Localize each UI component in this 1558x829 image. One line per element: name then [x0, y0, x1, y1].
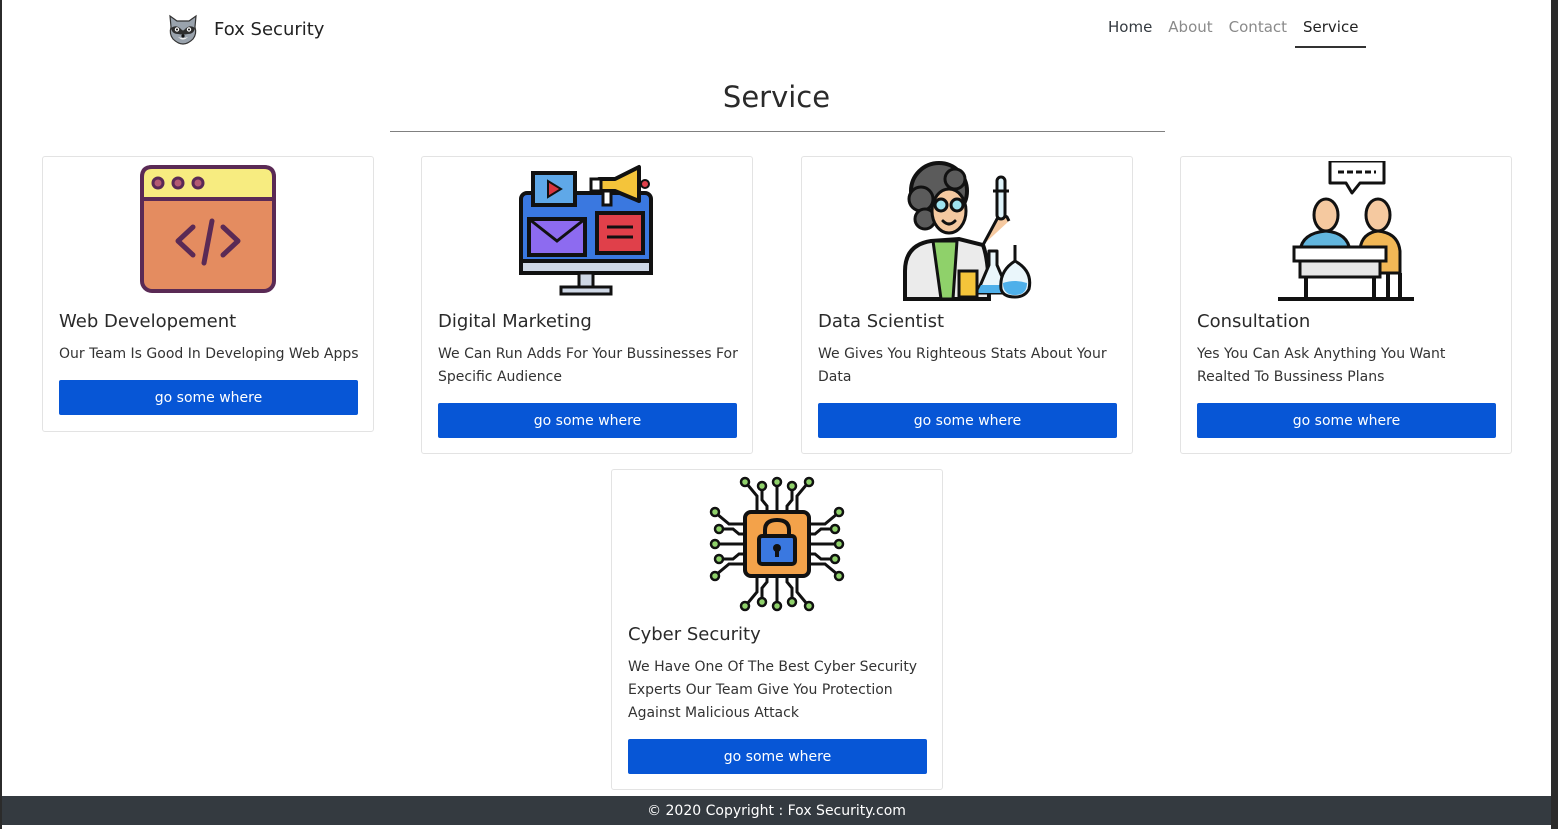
- window-frame-left: [0, 0, 2, 829]
- brand-name: Fox Security: [214, 18, 325, 40]
- nav-about[interactable]: About: [1160, 10, 1220, 48]
- card-text: We Have One Of The Best Cyber Security E…: [628, 659, 918, 721]
- go-some-where-button[interactable]: go some where: [438, 403, 737, 438]
- nav-contact[interactable]: Contact: [1221, 10, 1295, 48]
- consultation-icon: [1278, 161, 1414, 301]
- go-some-where-button[interactable]: go some where: [818, 403, 1117, 438]
- nav-home[interactable]: Home: [1100, 10, 1160, 48]
- brand[interactable]: Fox Security: [166, 12, 324, 46]
- window-frame-right: [1551, 0, 1558, 829]
- service-card-data-scientist: Data Scientist We Gives You Righteous St…: [801, 156, 1133, 454]
- card-text: Yes You Can Ask Anything You Want Realte…: [1197, 346, 1446, 385]
- circuit-lock-icon: [709, 476, 845, 612]
- raccoon-icon: [169, 14, 197, 45]
- scientist-icon: [903, 161, 1032, 301]
- service-card-web-development: Web Developement Our Team Is Good In Dev…: [42, 156, 374, 432]
- footer-copyright: © 2020 Copyright : Fox Security.com: [647, 802, 906, 819]
- go-some-where-button[interactable]: go some where: [1197, 403, 1496, 438]
- footer: © 2020 Copyright : Fox Security.com: [2, 796, 1551, 825]
- go-some-where-button[interactable]: go some where: [59, 380, 358, 415]
- go-some-where-button[interactable]: go some where: [628, 739, 927, 774]
- marketing-monitor-icon: [519, 165, 653, 296]
- service-card-cyber-security: Cyber Security We Have One Of The Best C…: [611, 469, 943, 790]
- code-window-icon: [140, 165, 276, 293]
- card-title: Cyber Security: [628, 624, 761, 645]
- card-title: Consultation: [1197, 311, 1311, 332]
- service-card-consultation: Consultation Yes You Can Ask Anything Yo…: [1180, 156, 1512, 454]
- title-divider: [390, 131, 1165, 132]
- card-title: Digital Marketing: [438, 311, 592, 332]
- page-title: Service: [722, 80, 831, 114]
- card-title: Web Developement: [59, 311, 237, 332]
- card-text: Our Team Is Good In Developing Web Apps: [59, 346, 359, 362]
- nav-service[interactable]: Service: [1295, 10, 1367, 48]
- card-title: Data Scientist: [818, 311, 944, 332]
- card-text: We Gives You Righteous Stats About Your …: [818, 346, 1107, 385]
- nav-menu: Home About Contact Service: [1100, 10, 1367, 48]
- card-text: We Can Run Adds For Your Bussinesses For…: [438, 346, 738, 385]
- service-card-digital-marketing: Digital Marketing We Can Run Adds For Yo…: [421, 156, 753, 454]
